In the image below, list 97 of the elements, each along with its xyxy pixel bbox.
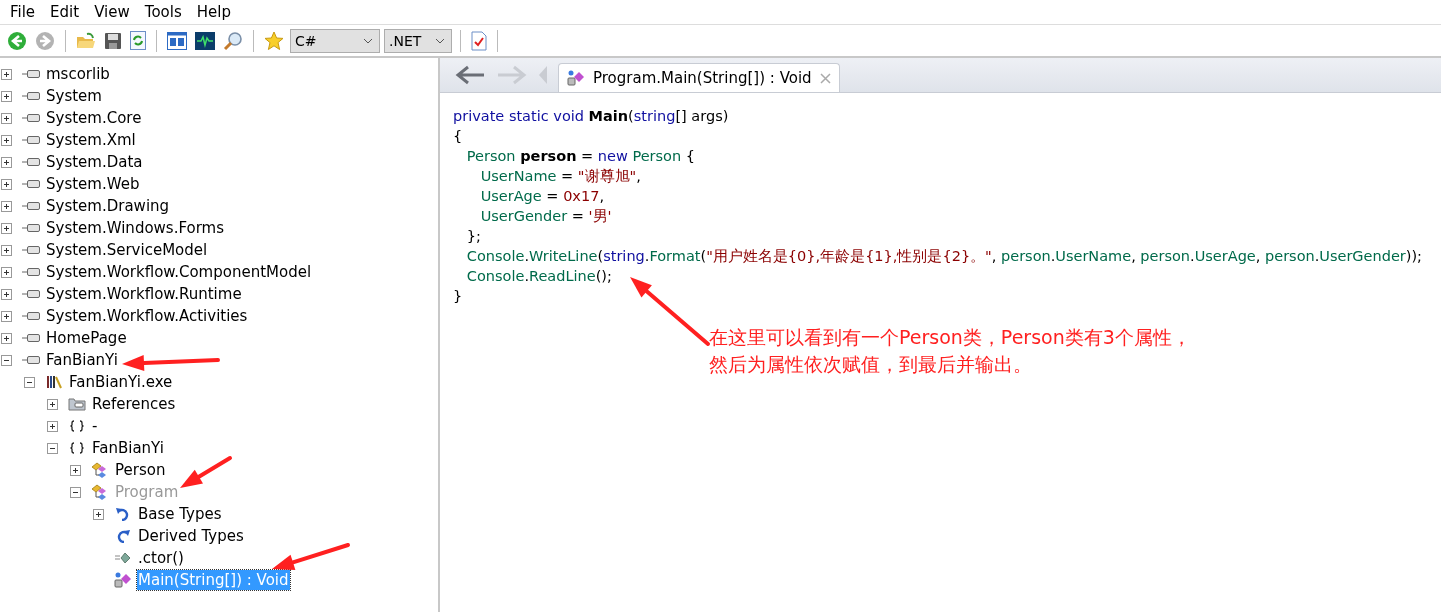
search-icon[interactable] bbox=[223, 30, 243, 51]
tree-item[interactable]: System.Data bbox=[45, 152, 144, 172]
document-tab[interactable]: Program.Main(String[]) : Void bbox=[558, 63, 840, 92]
tree-item[interactable]: FanBianYi bbox=[91, 438, 165, 458]
expand-toggle-icon[interactable] bbox=[1, 68, 12, 80]
expand-toggle-icon[interactable] bbox=[1, 244, 12, 256]
code-line: { bbox=[453, 127, 463, 146]
expand-toggle-icon[interactable] bbox=[1, 134, 12, 146]
expand-toggle-icon[interactable] bbox=[1, 288, 12, 300]
expand-toggle-icon[interactable] bbox=[47, 398, 58, 410]
tree-item[interactable]: System.Web bbox=[45, 174, 141, 194]
menu-item[interactable]: Help bbox=[189, 3, 239, 21]
tree-item[interactable]: System.Windows.Forms bbox=[45, 218, 226, 238]
assembly-icon bbox=[22, 157, 40, 167]
code-line: private static void Main(string[] args) bbox=[453, 107, 729, 126]
tree-item[interactable]: References bbox=[91, 394, 177, 414]
tree-item[interactable]: System.Drawing bbox=[45, 196, 171, 216]
tree-item[interactable]: System bbox=[45, 86, 103, 106]
assembly-icon bbox=[22, 69, 40, 79]
expand-toggle-icon[interactable] bbox=[1, 156, 12, 168]
tree-item[interactable]: Derived Types bbox=[137, 526, 245, 546]
caret-icon bbox=[435, 37, 445, 44]
tree-item[interactable]: HomePage bbox=[45, 328, 128, 348]
tree-item[interactable]: mscorlib bbox=[45, 64, 111, 84]
expand-toggle-icon[interactable] bbox=[1, 222, 12, 234]
assembly-icon bbox=[22, 289, 40, 299]
braces-icon bbox=[70, 442, 84, 454]
tree-item[interactable]: System.Core bbox=[45, 108, 143, 128]
refresh-icon[interactable] bbox=[130, 31, 146, 50]
references-folder-icon bbox=[68, 397, 86, 411]
menu-item[interactable]: Edit bbox=[43, 3, 88, 21]
braces-icon bbox=[70, 420, 84, 432]
assembly-icon bbox=[22, 333, 40, 343]
constructor-icon bbox=[115, 552, 131, 564]
collapse-toggle-icon[interactable] bbox=[24, 376, 35, 388]
expand-toggle-icon[interactable] bbox=[1, 266, 12, 278]
assembly-icon bbox=[22, 245, 40, 255]
tree-item[interactable]: System.Workflow.ComponentModel bbox=[45, 262, 313, 282]
annotation-text: 然后为属性依次赋值，到最后并输出。 bbox=[709, 352, 1033, 377]
tree-item[interactable]: System.Xml bbox=[45, 130, 137, 150]
expand-toggle-icon[interactable] bbox=[1, 200, 12, 212]
menu-item[interactable]: Tools bbox=[137, 3, 190, 21]
tree-item[interactable]: Person bbox=[114, 460, 167, 480]
folder-icon[interactable] bbox=[76, 31, 96, 50]
checklist-icon[interactable] bbox=[471, 30, 487, 51]
code-line: UserName = "谢尊旭", bbox=[479, 167, 641, 186]
expand-toggle-icon[interactable] bbox=[93, 508, 104, 520]
expand-toggle-icon[interactable] bbox=[70, 464, 81, 476]
tree-item[interactable]: System.Workflow.Runtime bbox=[45, 284, 243, 304]
star-icon[interactable] bbox=[264, 30, 284, 51]
code-line: Person person = new Person { bbox=[465, 147, 695, 166]
method-icon bbox=[567, 70, 585, 86]
expand-toggle-icon[interactable] bbox=[1, 178, 12, 190]
annotation-text: 在这里可以看到有一个Person类，Person类有3个属性， bbox=[709, 325, 1191, 350]
code-line: UserAge = 0x17, bbox=[479, 187, 604, 206]
tree-item[interactable]: FanBianYi bbox=[45, 350, 119, 370]
waveform-icon[interactable] bbox=[195, 31, 215, 50]
method-icon bbox=[114, 572, 132, 588]
assembly-icon bbox=[22, 91, 40, 101]
code-line: } bbox=[453, 287, 463, 306]
collapse-toggle-icon[interactable] bbox=[70, 486, 81, 498]
caret-icon bbox=[363, 37, 373, 44]
curved-arrow-icon bbox=[116, 507, 130, 521]
tree-item[interactable]: - bbox=[91, 416, 99, 436]
books-icon bbox=[46, 375, 62, 389]
curved-arrow-icon bbox=[116, 529, 130, 543]
text-view-icon[interactable] bbox=[167, 31, 187, 50]
expand-toggle-icon[interactable] bbox=[1, 90, 12, 102]
assembly-icon bbox=[22, 267, 40, 277]
code-line: Console.ReadLine(); bbox=[465, 267, 612, 286]
tree-item[interactable]: Base Types bbox=[137, 504, 223, 524]
collapse-toggle-icon[interactable] bbox=[1, 354, 12, 366]
expand-toggle-icon[interactable] bbox=[1, 112, 12, 124]
language-dropdown[interactable]: C# bbox=[290, 28, 380, 53]
tree-item[interactable]: .ctor() bbox=[137, 548, 185, 568]
code-line: UserGender = '男' bbox=[479, 207, 612, 226]
expand-toggle-icon[interactable] bbox=[47, 420, 58, 432]
assembly-icon bbox=[22, 135, 40, 145]
tree-item[interactable]: FanBianYi.exe bbox=[68, 372, 174, 392]
code-line: Console.WriteLine(string.Format("用户姓名是{0},年龄是{1},性别是{2}。", person.UserName, person.UserAge, person.UserGender)); bbox=[465, 247, 1422, 266]
assembly-icon bbox=[22, 113, 40, 123]
menu-item[interactable]: File bbox=[3, 3, 44, 21]
back-arrow-icon[interactable] bbox=[454, 64, 486, 86]
assembly-icon bbox=[22, 223, 40, 233]
expand-toggle-icon[interactable] bbox=[1, 332, 12, 344]
assembly-icon bbox=[22, 179, 40, 189]
annotation-arrow bbox=[180, 456, 232, 488]
code-line: }; bbox=[465, 227, 481, 246]
assembly-icon bbox=[22, 355, 40, 365]
menu-item[interactable]: View bbox=[87, 3, 138, 21]
assembly-icon bbox=[22, 311, 40, 321]
assembly-icon bbox=[22, 201, 40, 211]
tree-item[interactable]: System.Workflow.Activities bbox=[45, 306, 249, 326]
expand-toggle-icon[interactable] bbox=[1, 310, 12, 322]
framework-dropdown[interactable]: .NET bbox=[384, 28, 452, 53]
collapse-toggle-icon[interactable] bbox=[47, 442, 58, 454]
tree-item[interactable]: System.ServiceModel bbox=[45, 240, 209, 260]
